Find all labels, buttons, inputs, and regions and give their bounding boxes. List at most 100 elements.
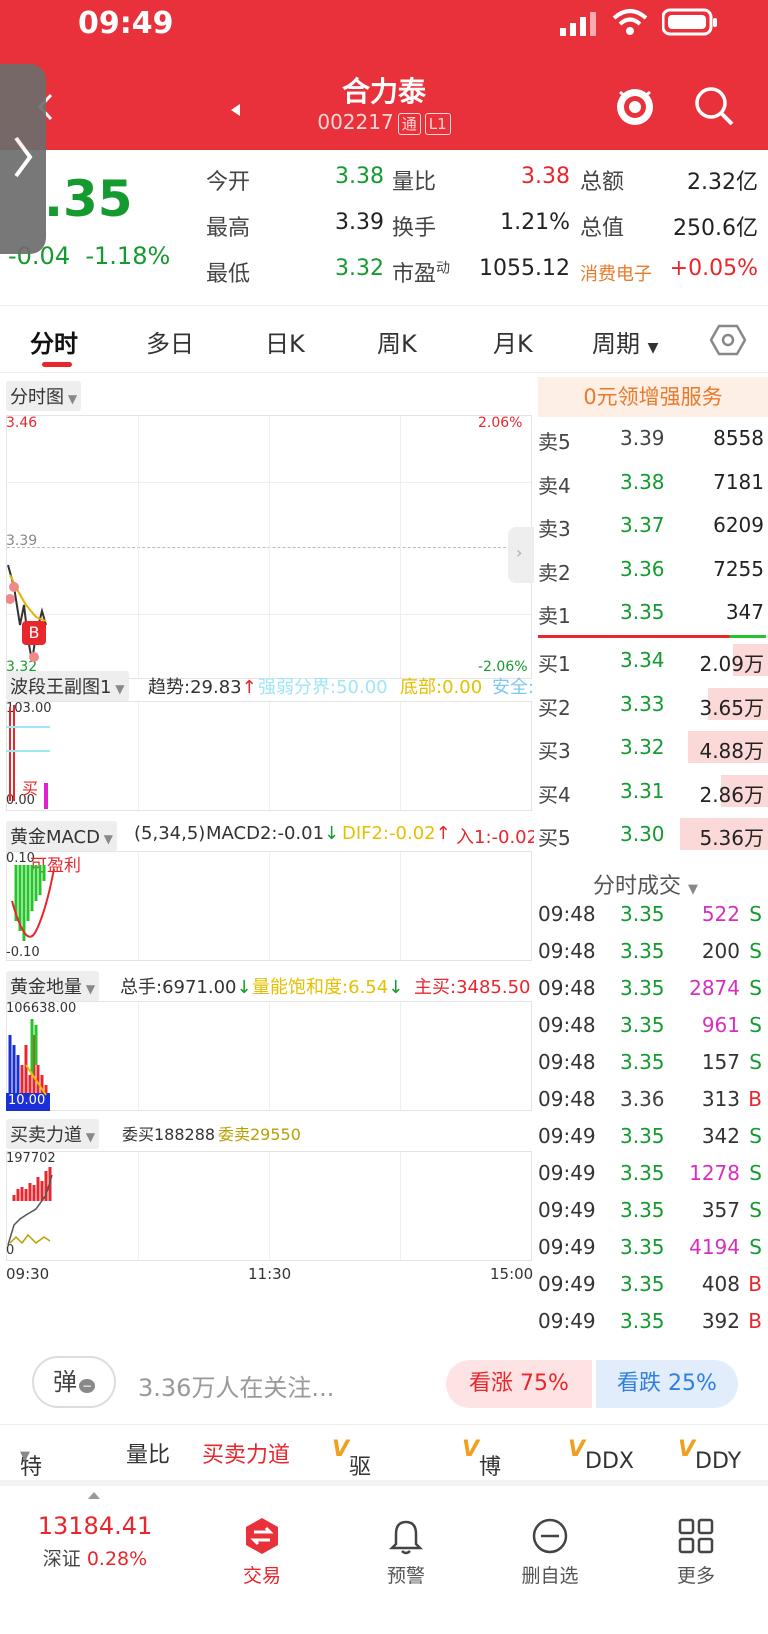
ask-level-price: 3.38	[620, 469, 665, 494]
tick-time: 09:49	[538, 1124, 596, 1148]
quote-panel: .35 -0.04 -1.18% 今开 3.38 量比 3.38 总额 2.32…	[0, 150, 768, 305]
pane-intraday-selector[interactable]: 分时图 ▼	[6, 381, 82, 411]
settings-icon[interactable]	[710, 322, 746, 358]
orderbook-collapse-handle[interactable]: ›	[508, 527, 534, 583]
volume-grid	[6, 1001, 532, 1111]
sector-value[interactable]: +0.05%	[668, 256, 758, 281]
feature-force[interactable]: 买卖力道	[202, 1437, 290, 1469]
caret-down-icon: ▼	[647, 340, 659, 356]
bid-level-volume: 2.09万	[699, 652, 764, 676]
tick-price: 3.36	[620, 1087, 665, 1111]
nav-trade[interactable]: 交易	[202, 1516, 322, 1588]
open-value: 3.38	[335, 164, 384, 189]
tick-side: S	[749, 976, 762, 1000]
bottom-value: 底部:0.00	[400, 677, 483, 698]
bullish-button[interactable]: 看涨 75%	[446, 1360, 592, 1408]
tab-weekly-k[interactable]: 周K	[377, 324, 417, 359]
feature-game[interactable]: V 博弈	[462, 1437, 501, 1512]
tick-time: 09:49	[538, 1161, 596, 1185]
nav-remove-watch[interactable]: 删自选	[490, 1516, 610, 1588]
mktcap-value: 250.6亿	[673, 216, 758, 241]
title-bar: 09:49 合力泰 002217 通 L1	[0, 0, 768, 150]
tick-side: S	[749, 1198, 762, 1222]
ask-level-volume: 7181	[713, 469, 764, 494]
ask-level-row[interactable]: 卖4 3.38 7181	[538, 462, 768, 504]
search-icon[interactable]	[692, 84, 736, 128]
tick-price: 3.35	[620, 1124, 665, 1148]
bid-level-label: 买5	[538, 826, 571, 850]
bid-level-volume: 5.36万	[699, 826, 764, 850]
tick-time: 09:48	[538, 902, 596, 926]
safe-value: 安全:	[492, 677, 535, 698]
mascot-icon[interactable]	[612, 82, 658, 128]
tick-side: B	[748, 1087, 762, 1111]
promo-banner[interactable]: 0元领增强服务	[538, 377, 768, 417]
pane-force-selector[interactable]: 买卖力道 ▼	[6, 1119, 100, 1149]
ask-level-label: 卖5	[538, 430, 571, 454]
tick-time: 09:49	[538, 1198, 596, 1222]
ticks-header[interactable]: 分时成交 ▼	[593, 868, 698, 900]
bottom-nav: 13184.41 深证 0.28% 交易 预警 删自选 更多	[0, 1480, 768, 1634]
tick-row: 09:48 3.35 157 S	[538, 1046, 768, 1082]
nav-alert[interactable]: 预警	[346, 1516, 466, 1588]
divide-value: 强弱分界:50.00	[258, 677, 388, 698]
tick-row: 09:49 3.35 4194 S	[538, 1231, 768, 1267]
chart-area[interactable]: 分时图 ▼ 3.46 2.06% 3.39 3.32 -2.06% B › 波段…	[0, 375, 535, 1335]
ask-level-row[interactable]: 卖1 3.35 347	[538, 592, 768, 634]
side-drawer-handle[interactable]	[0, 64, 46, 254]
turnover-value: 1.21%	[500, 210, 570, 235]
bid-level-row[interactable]: 买2 3.33 3.65万	[538, 684, 768, 726]
tab-daily-k[interactable]: 日K	[265, 324, 305, 359]
tab-multiday[interactable]: 多日	[146, 324, 194, 359]
tick-side: S	[749, 902, 762, 926]
bid-level-label: 买4	[538, 782, 571, 807]
caret-up-icon[interactable]	[86, 1490, 102, 1500]
bearish-button[interactable]: 看跌 25%	[596, 1360, 738, 1408]
bid-level-row[interactable]: 买5 3.30 5.36万	[538, 814, 768, 856]
tick-row: 09:49 3.35 1278 S	[538, 1157, 768, 1193]
prev-stock-icon[interactable]	[228, 102, 242, 118]
nav-more[interactable]: 更多	[636, 1516, 756, 1588]
tick-volume: 1278	[689, 1161, 740, 1185]
pane-macd-selector[interactable]: 黄金MACD ▼	[6, 821, 118, 851]
index-ticker[interactable]: 13184.41 深证 0.28%	[30, 1512, 160, 1571]
force-grid	[6, 1151, 532, 1261]
bid-level-price: 3.31	[620, 778, 665, 803]
watchers-count: 3.36万人在关注...	[138, 1374, 335, 1402]
dif2-value: DIF2:-0.02↑	[342, 823, 451, 844]
current-price: .35	[44, 170, 133, 228]
bid-level-row[interactable]: 买1 3.34 2.09万	[538, 640, 768, 682]
caret-down-icon: ▼	[688, 882, 699, 897]
ask-level-label: 卖4	[538, 473, 571, 498]
ask-level-label: 卖3	[538, 517, 571, 541]
wave-buy-label: 买	[22, 779, 39, 798]
minus-circle-icon	[532, 1518, 568, 1554]
main-buy-value: 主买:3485.50	[414, 977, 531, 998]
bid-level-row[interactable]: 买4 3.31 2.86万	[538, 771, 768, 813]
feature-vol-ratio[interactable]: 量比	[126, 1437, 170, 1469]
macd-params: (5,34,5)	[134, 823, 206, 844]
buy-marker[interactable]: B	[22, 621, 46, 645]
tab-intraday[interactable]: 分时	[30, 324, 78, 359]
pane-wave-selector[interactable]: 波段王副图1 ▼	[6, 671, 129, 701]
pane-volume-selector[interactable]: 黄金地量 ▼	[6, 971, 100, 1001]
tick-row: 09:48 3.35 522 S	[538, 898, 768, 934]
feature-ddx[interactable]: V DDX	[568, 1437, 634, 1474]
danmaku-button[interactable]: 弹 −	[32, 1356, 116, 1408]
bid-level-row[interactable]: 买3 3.32 4.88万	[538, 727, 768, 769]
ask-level-price: 3.35	[620, 600, 665, 624]
tab-period[interactable]: 周期 ▼	[592, 324, 658, 359]
feature-drive[interactable]: V 驱动力	[332, 1437, 371, 1544]
high-value: 3.39	[335, 210, 384, 235]
tab-monthly-k[interactable]: 月K	[493, 324, 533, 359]
feature-ddy[interactable]: V DDY	[678, 1437, 741, 1474]
social-bar: 弹 − 3.36万人在关注... 看涨 75% 看跌 25%	[0, 1336, 768, 1424]
tick-volume: 200	[701, 939, 740, 963]
sector-label[interactable]: 消费电子	[580, 260, 652, 286]
tick-volume: 157	[701, 1050, 740, 1074]
ask-level-row[interactable]: 卖5 3.39 8558	[538, 418, 768, 460]
volume-axis-top: 106638.00	[6, 1001, 77, 1016]
ask-level-row[interactable]: 卖3 3.37 6209	[538, 505, 768, 547]
battery-icon	[662, 8, 717, 36]
ask-level-row[interactable]: 卖2 3.36 7255	[538, 549, 768, 591]
